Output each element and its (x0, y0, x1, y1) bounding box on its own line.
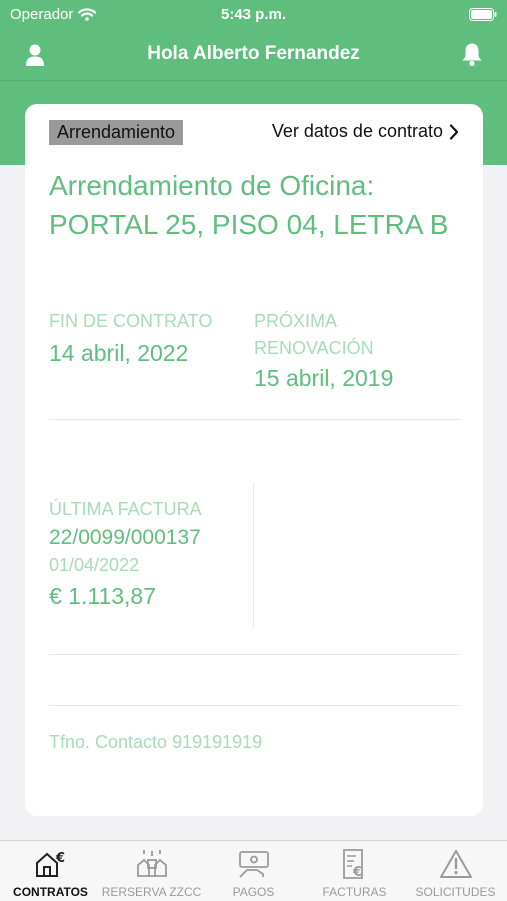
greeting-title: Hola Alberto Fernandez (147, 43, 360, 64)
contact-phone: Tfno. Contacto 919191919 (49, 732, 263, 752)
tab-solicitudes-label: SOLICITUDES (415, 885, 496, 899)
divider (49, 654, 461, 655)
card-hand-icon (239, 851, 269, 878)
chevron-right-icon (449, 123, 459, 140)
next-renewal-value: 15 abril, 2019 (254, 365, 394, 391)
battery-icon (469, 8, 497, 21)
tab-facturas[interactable]: € FACTURAS (304, 841, 405, 901)
contract-type-tag: Arrendamiento (49, 120, 184, 145)
view-contract-label: Ver datos de contrato (271, 121, 443, 141)
last-invoice-block: ÚLTIMA FACTURA 22/0099/000137 01/04/2022… (49, 496, 202, 613)
contract-end-field: FIN DE CONTRATO 14 abril, 2022 (49, 308, 212, 367)
tab-contratos[interactable]: € CONTRATOS (0, 841, 101, 901)
view-contract-link[interactable]: Ver datos de contrato (272, 121, 459, 142)
invoice-number: 22/0099/000137 (49, 526, 201, 549)
bell-icon[interactable] (459, 41, 485, 67)
last-invoice-label: ÚLTIMA FACTURA (49, 499, 202, 519)
tab-facturas-label: FACTURAS (322, 885, 387, 899)
tab-reserva-zzcc[interactable]: RERSERVA ZZCC (101, 841, 202, 901)
app-header: Hola Alberto Fernandez (0, 30, 507, 80)
svg-text:€: € (55, 851, 65, 866)
tab-reserva-zzcc-label: RERSERVA ZZCC (101, 885, 202, 899)
svg-text:€: € (352, 865, 362, 880)
invoice-euro-icon: € (343, 849, 363, 880)
contract-end-value: 14 abril, 2022 (49, 340, 189, 366)
tab-contratos-label: CONTRATOS (13, 885, 88, 899)
next-renewal-field: PRÓXIMA RENOVACIÓN 15 abril, 2019 (254, 308, 454, 392)
house-euro-icon: € (36, 851, 65, 877)
tab-pagos-label: PAGOS (232, 885, 275, 899)
contract-end-label: FIN DE CONTRATO (49, 311, 213, 331)
next-renewal-label: PRÓXIMA RENOVACIÓN (254, 311, 374, 358)
contract-card[interactable]: Arrendamiento Ver datos de contrato Arre… (25, 104, 483, 816)
status-bar: Operador 5:43 p.m. (0, 0, 507, 30)
divider (49, 419, 461, 420)
tab-pagos[interactable]: PAGOS (203, 841, 304, 901)
vertical-divider (253, 482, 254, 628)
invoice-amount: € 1.113,87 (49, 583, 157, 609)
divider (49, 705, 461, 706)
hands-icon (137, 850, 167, 877)
status-time: 5:43 p.m. (220, 6, 287, 23)
warning-icon (440, 850, 472, 878)
bottom-tab-bar: € CONTRATOS RERSERVA ZZCC PAGOS € FACTUR… (0, 840, 507, 901)
contract-title: Arrendamiento de Oficina: PORTAL 25, PIS… (49, 170, 449, 240)
invoice-date: 01/04/2022 (49, 555, 140, 575)
tab-solicitudes[interactable]: SOLICITUDES (405, 841, 506, 901)
